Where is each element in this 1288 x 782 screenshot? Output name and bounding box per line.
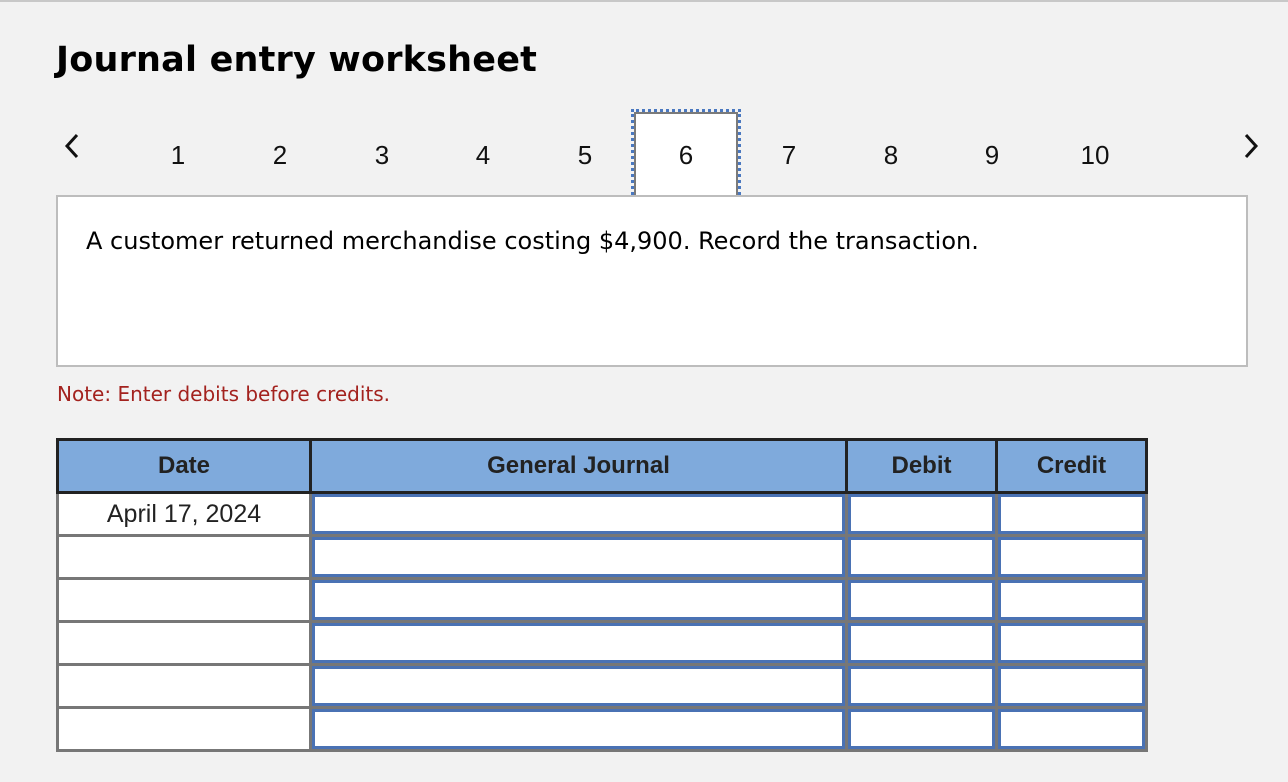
- journal-row: [56, 620, 1148, 666]
- credit-input[interactable]: [998, 709, 1145, 749]
- column-header-debit: Debit: [845, 438, 998, 494]
- credit-cell: [995, 534, 1148, 580]
- page-4[interactable]: 4: [431, 112, 535, 198]
- account-cell: [309, 491, 848, 537]
- date-cell: [56, 577, 312, 623]
- column-header-date: Date: [56, 438, 312, 494]
- next-button[interactable]: [1236, 128, 1266, 164]
- question-pager: 1 2 3 4 5 6 7 8 9 10: [0, 109, 1288, 201]
- credit-cell: [995, 577, 1148, 623]
- page-3[interactable]: 3: [330, 112, 434, 198]
- question-text: A customer returned merchandise costing …: [86, 227, 979, 255]
- page-8[interactable]: 8: [839, 112, 943, 198]
- credit-input[interactable]: [998, 494, 1145, 534]
- journal-row: [56, 577, 1148, 623]
- date-cell: [56, 534, 312, 580]
- debit-cell: [845, 663, 998, 709]
- debit-cell: [845, 491, 998, 537]
- journal-row: April 17, 2024: [56, 491, 1148, 537]
- journal-table: Date General Journal Debit Credit April …: [56, 438, 1148, 752]
- chevron-right-icon: [1244, 133, 1259, 159]
- credit-input[interactable]: [998, 623, 1145, 663]
- page-2[interactable]: 2: [228, 112, 332, 198]
- credit-cell: [995, 663, 1148, 709]
- debit-cell: [845, 534, 998, 580]
- debit-input[interactable]: [848, 709, 995, 749]
- date-cell: April 17, 2024: [56, 491, 312, 537]
- account-cell: [309, 706, 848, 752]
- account-cell: [309, 620, 848, 666]
- debit-cell: [845, 706, 998, 752]
- journal-header-row: Date General Journal Debit Credit: [56, 438, 1148, 494]
- journal-row: [56, 534, 1148, 580]
- account-select[interactable]: [312, 494, 845, 534]
- page-7[interactable]: 7: [737, 112, 841, 198]
- account-cell: [309, 577, 848, 623]
- account-select[interactable]: [312, 623, 845, 663]
- account-select[interactable]: [312, 666, 845, 706]
- previous-button[interactable]: [57, 128, 87, 164]
- date-cell: [56, 706, 312, 752]
- debit-input[interactable]: [848, 537, 995, 577]
- chevron-left-icon: [64, 133, 79, 159]
- page-9[interactable]: 9: [940, 112, 1044, 198]
- account-select[interactable]: [312, 580, 845, 620]
- journal-row: [56, 663, 1148, 709]
- credit-input[interactable]: [998, 580, 1145, 620]
- journal-row: [56, 706, 1148, 752]
- column-header-general-journal: General Journal: [309, 438, 848, 494]
- account-cell: [309, 663, 848, 709]
- credit-cell: [995, 491, 1148, 537]
- page-6-active[interactable]: 6: [631, 109, 741, 201]
- page-1[interactable]: 1: [126, 112, 230, 198]
- credit-input[interactable]: [998, 666, 1145, 706]
- page-5[interactable]: 5: [533, 112, 637, 198]
- debit-cell: [845, 620, 998, 666]
- account-select[interactable]: [312, 709, 845, 749]
- debit-input[interactable]: [848, 580, 995, 620]
- debit-input[interactable]: [848, 494, 995, 534]
- credit-cell: [995, 620, 1148, 666]
- account-select[interactable]: [312, 537, 845, 577]
- credit-input[interactable]: [998, 537, 1145, 577]
- credit-cell: [995, 706, 1148, 752]
- date-cell: [56, 620, 312, 666]
- page-10[interactable]: 10: [1043, 112, 1147, 198]
- debit-input[interactable]: [848, 666, 995, 706]
- page-title: Journal entry worksheet: [56, 40, 538, 80]
- date-cell: [56, 663, 312, 709]
- debit-input[interactable]: [848, 623, 995, 663]
- question-prompt-box: A customer returned merchandise costing …: [56, 195, 1248, 367]
- account-cell: [309, 534, 848, 580]
- column-header-credit: Credit: [995, 438, 1148, 494]
- debit-cell: [845, 577, 998, 623]
- instruction-note: Note: Enter debits before credits.: [57, 382, 391, 406]
